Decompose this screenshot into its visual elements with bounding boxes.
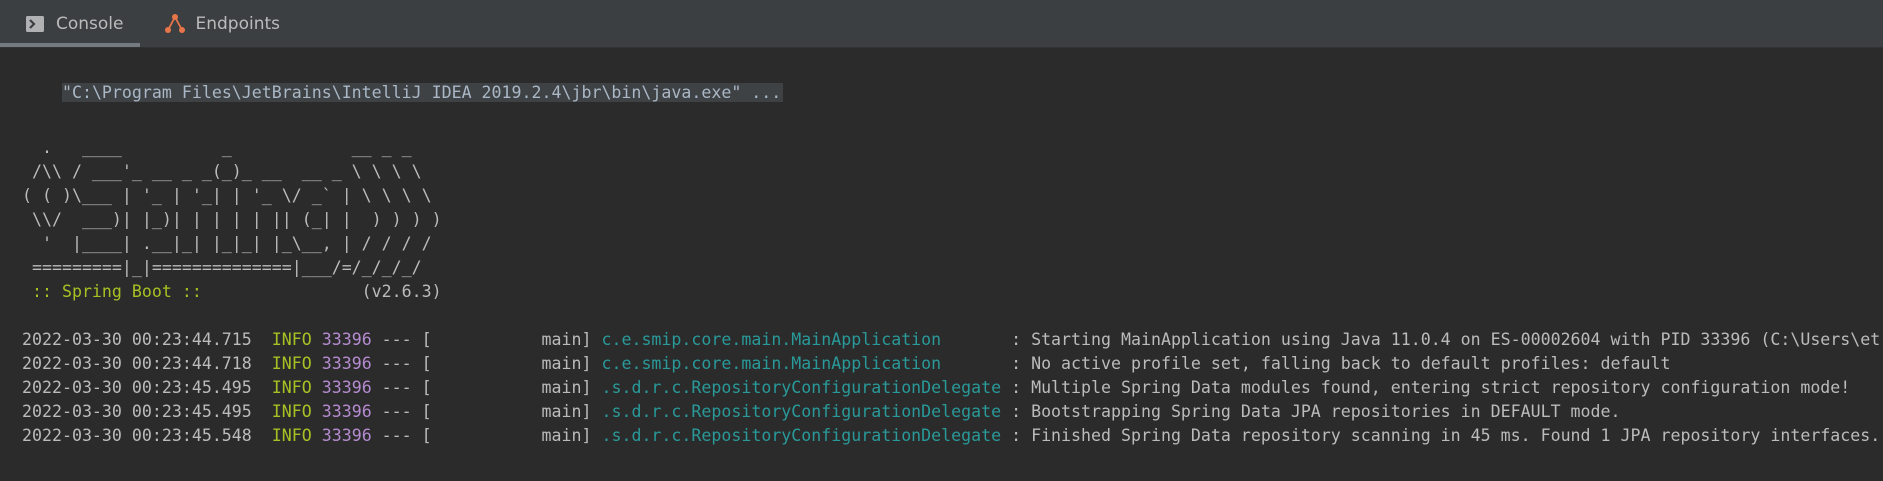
log-logger: c.e.smip.core.main.MainApplication	[601, 330, 1002, 349]
log-pid: 33396	[321, 402, 372, 421]
log-timestamp: 2022-03-30 00:23:44.718	[22, 354, 252, 373]
log-timestamp: 2022-03-30 00:23:45.495	[22, 378, 252, 397]
log-timestamp: 2022-03-30 00:23:44.715	[22, 330, 252, 349]
console-output[interactable]: "C:\Program Files\JetBrains\IntelliJ IDE…	[0, 48, 1883, 481]
spring-boot-line: :: Spring Boot :: (v2.6.3)	[22, 278, 442, 306]
command-text: "C:\Program Files\JetBrains\IntelliJ IDE…	[61, 82, 784, 102]
command-line: "C:\Program Files\JetBrains\IntelliJ IDE…	[22, 50, 784, 102]
log-logger: .s.d.r.c.RepositoryConfigurationDelegate	[601, 402, 1002, 421]
log-message: : Multiple Spring Data modules found, en…	[1001, 378, 1851, 397]
spring-boot-version: (v2.6.3)	[211, 282, 442, 301]
log-separator: --- [	[371, 402, 432, 421]
tab-endpoints-label: Endpoints	[195, 13, 281, 34]
log-logger: c.e.smip.core.main.MainApplication	[601, 354, 1002, 373]
log-thread: main]	[431, 330, 602, 349]
console-icon	[24, 13, 46, 35]
log-pid: 33396	[321, 354, 372, 373]
log-thread: main]	[431, 378, 602, 397]
log-level: INFO	[271, 354, 312, 373]
tab-endpoints[interactable]: Endpoints	[140, 0, 297, 47]
tab-console[interactable]: Console	[0, 0, 140, 47]
log-separator: --- [	[371, 330, 432, 349]
log-thread: main]	[431, 402, 602, 421]
log-separator: --- [	[371, 426, 432, 445]
spring-boot-label: :: Spring Boot ::	[22, 282, 212, 301]
log-thread: main]	[431, 354, 602, 373]
log-logger: .s.d.r.c.RepositoryConfigurationDelegate	[601, 426, 1002, 445]
log-level: INFO	[271, 426, 312, 445]
log-pid: 33396	[321, 378, 372, 397]
log-level: INFO	[271, 378, 312, 397]
log-message: : Bootstrapping Spring Data JPA reposito…	[1001, 402, 1621, 421]
log-pid: 33396	[321, 426, 372, 445]
tab-console-label: Console	[56, 13, 124, 34]
endpoints-icon	[164, 13, 186, 35]
log-logger: .s.d.r.c.RepositoryConfigurationDelegate	[601, 378, 1002, 397]
log-thread: main]	[431, 426, 602, 445]
log-message: : Finished Spring Data repository scanni…	[1001, 426, 1881, 445]
log-pid: 33396	[321, 330, 372, 349]
log-message: : Starting MainApplication using Java 11…	[1001, 330, 1881, 349]
log-separator: --- [	[371, 354, 432, 373]
log-timestamp: 2022-03-30 00:23:45.495	[22, 402, 252, 421]
tool-window-tabbar: Console Endpoints	[0, 0, 1883, 48]
log-level: INFO	[271, 330, 312, 349]
log-level: INFO	[271, 402, 312, 421]
log-message: : No active profile set, falling back to…	[1001, 354, 1671, 373]
log-timestamp: 2022-03-30 00:23:45.548	[22, 426, 252, 445]
log-line: 2022-03-30 00:23:45.548 INFO 33396 --- […	[22, 422, 1880, 450]
log-separator: --- [	[371, 378, 432, 397]
